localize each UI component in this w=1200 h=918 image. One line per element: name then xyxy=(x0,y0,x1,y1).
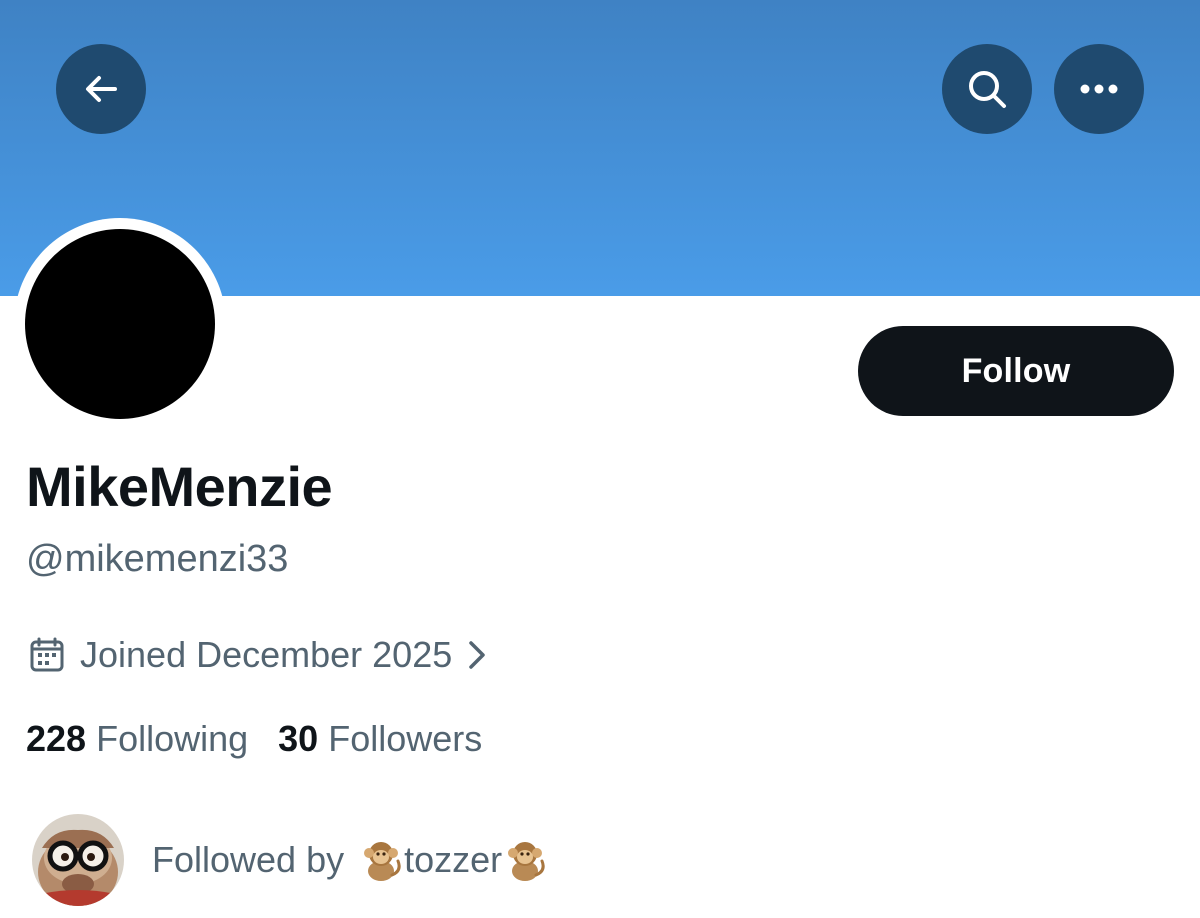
more-horizontal-icon xyxy=(1080,84,1118,94)
joined-date: Joined December 2025 xyxy=(80,634,453,675)
following-stat[interactable]: 228 Following xyxy=(26,715,248,763)
monkey-emoji-icon xyxy=(508,842,545,881)
search-button[interactable] xyxy=(942,44,1032,134)
followed-by-prefix: Followed by xyxy=(152,839,345,880)
chevron-right-icon xyxy=(469,641,485,669)
display-name: MikeMenzie xyxy=(26,455,333,518)
calendar-icon xyxy=(30,637,64,672)
monkey-with-glasses-avatar-icon xyxy=(32,814,124,906)
profile-page: Follow MikeMenzie @mikemenzi33 Joined De… xyxy=(0,0,1200,918)
followed-by-row[interactable]: Followed by tozzer xyxy=(32,812,548,908)
back-button[interactable] xyxy=(56,44,146,134)
followers-stat[interactable]: 30 Followers xyxy=(278,715,482,763)
monkey-emoji-icon xyxy=(364,842,401,881)
profile-avatar-frame xyxy=(14,218,226,430)
following-count: 228 xyxy=(26,718,87,759)
joined-date-row[interactable]: Joined December 2025 xyxy=(28,630,488,680)
follower-avatar[interactable] xyxy=(32,814,124,906)
follow-button[interactable]: Follow xyxy=(858,326,1174,416)
following-label: Following xyxy=(96,718,249,759)
user-handle: @mikemenzi33 xyxy=(26,538,289,580)
follower-name[interactable]: tozzer xyxy=(404,836,502,884)
arrow-left-icon xyxy=(86,76,117,102)
profile-avatar[interactable] xyxy=(25,229,215,419)
more-options-button[interactable] xyxy=(1054,44,1144,134)
followed-by-text: Followed by tozzer xyxy=(152,836,548,884)
followers-label: Followers xyxy=(328,718,483,759)
follow-stats: 228 Following 30 Followers xyxy=(26,714,482,764)
followers-count: 30 xyxy=(278,718,319,759)
search-icon xyxy=(969,71,1006,108)
